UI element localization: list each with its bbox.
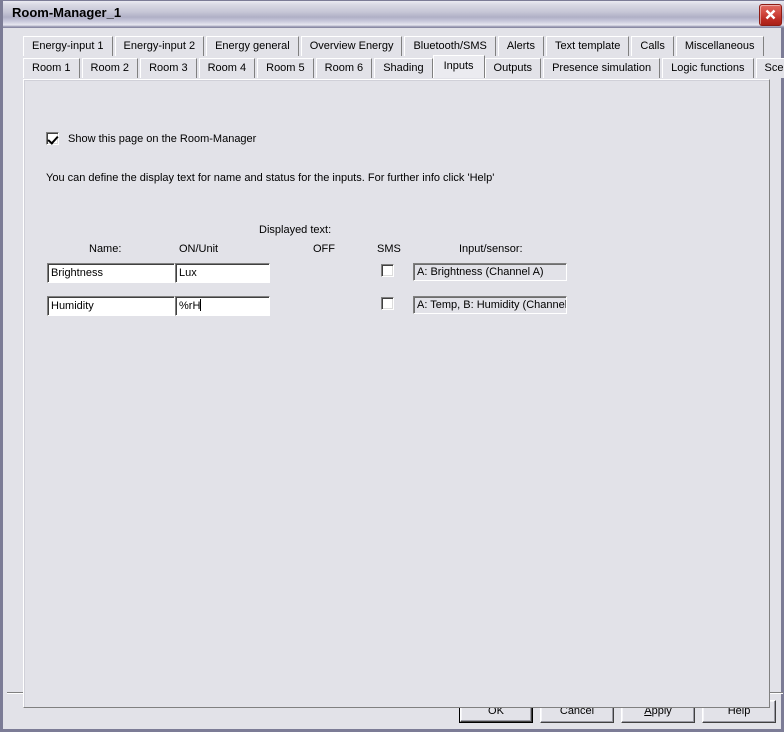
tab-bluetooth-sms[interactable]: Bluetooth/SMS <box>404 36 496 56</box>
close-icon[interactable] <box>759 4 782 26</box>
tab-miscellaneous[interactable]: Miscellaneous <box>675 36 764 56</box>
tab-room-2[interactable]: Room 2 <box>81 58 139 78</box>
tab-energy-input-1[interactable]: Energy-input 1 <box>23 36 113 56</box>
sms-checkbox-2[interactable] <box>381 297 394 310</box>
tab-text-template[interactable]: Text template <box>545 36 630 56</box>
tab-outputs[interactable]: Outputs <box>484 58 542 78</box>
tab-calls[interactable]: Calls <box>631 36 674 56</box>
header-displayed-text: Displayed text: <box>259 224 332 236</box>
tab-overview-energy[interactable]: Overview Energy <box>300 36 403 56</box>
name-input-2[interactable]: Humidity <box>47 296 175 316</box>
text-caret <box>200 299 202 311</box>
header-input-sensor: Input/sensor: <box>459 243 523 255</box>
panel-description: You can define the display text for name… <box>46 172 495 184</box>
sms-checkbox-1[interactable] <box>381 264 394 277</box>
tab-scenes[interactable]: Scenes <box>755 58 784 78</box>
name-input-1[interactable]: Brightness <box>47 263 175 283</box>
tab-room-5[interactable]: Room 5 <box>257 58 314 78</box>
on-unit-input-2-value: %rH <box>179 300 201 312</box>
tab-energy-general[interactable]: Energy general <box>206 36 299 56</box>
tab-control: Energy-input 1 Energy-input 2 Energy gen… <box>23 36 784 708</box>
title-bar: Room-Manager_1 <box>3 1 784 28</box>
tab-shading[interactable]: Shading <box>374 58 433 78</box>
input-sensor-field-2: A: Temp, B: Humidity (Channel <box>413 296 567 314</box>
window-title: Room-Manager_1 <box>12 5 122 20</box>
show-page-checkbox[interactable] <box>46 132 59 145</box>
tab-room-3[interactable]: Room 3 <box>140 58 197 78</box>
dialog-window: Room-Manager_1 Energy-input 1 Energy-inp… <box>0 0 784 732</box>
tab-room-6[interactable]: Room 6 <box>315 58 373 78</box>
tab-inputs[interactable]: Inputs <box>432 55 485 78</box>
header-off: OFF <box>313 243 335 255</box>
tab-room-4[interactable]: Room 4 <box>198 58 256 78</box>
tab-row-bottom: Room 1 Room 2 Room 3 Room 4 Room 5 Room … <box>23 55 784 79</box>
header-sms: SMS <box>377 243 401 255</box>
tab-presence-simulation[interactable]: Presence simulation <box>543 58 661 78</box>
tab-room-1[interactable]: Room 1 <box>23 58 80 78</box>
on-unit-input-1[interactable]: Lux <box>175 263 270 283</box>
show-page-checkbox-row[interactable]: Show this page on the Room-Manager <box>46 132 256 146</box>
tab-row-top: Energy-input 1 Energy-input 2 Energy gen… <box>23 36 770 57</box>
tab-energy-input-2[interactable]: Energy-input 2 <box>114 36 205 56</box>
tab-alerts[interactable]: Alerts <box>497 36 544 56</box>
input-sensor-field-1: A: Brightness (Channel A) <box>413 263 567 281</box>
header-name: Name: <box>89 243 122 255</box>
show-page-checkbox-label: Show this page on the Room-Manager <box>68 132 257 145</box>
header-on-unit: ON/Unit <box>179 243 219 255</box>
tab-panel-inputs: Show this page on the Room-Manager You c… <box>23 79 770 708</box>
on-unit-input-2[interactable]: %rH <box>175 296 270 316</box>
tab-logic-functions[interactable]: Logic functions <box>662 58 754 78</box>
